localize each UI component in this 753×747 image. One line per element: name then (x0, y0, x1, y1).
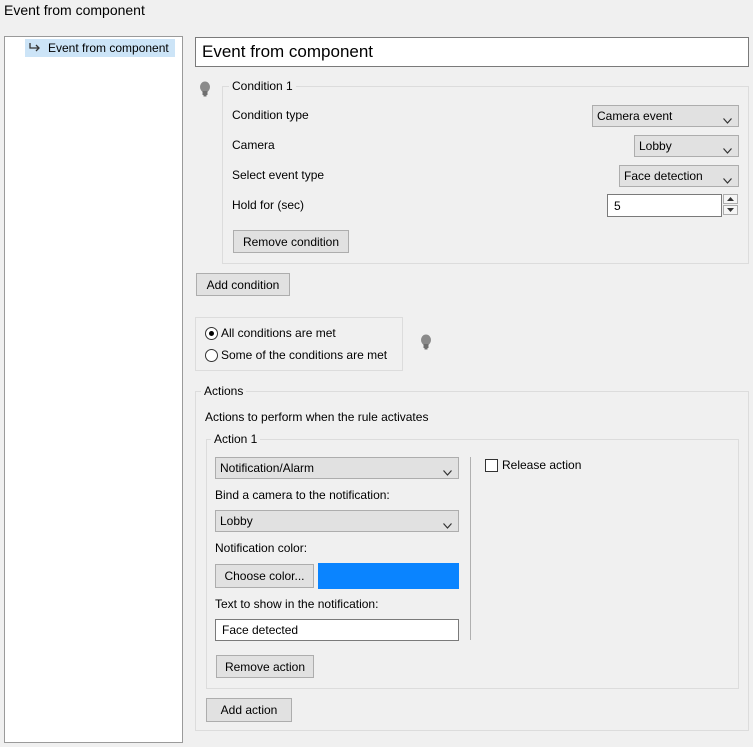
notification-color-swatch[interactable] (318, 563, 459, 589)
bind-camera-dropdown[interactable]: Lobby (215, 510, 459, 532)
condition-legend: Condition 1 (229, 79, 296, 93)
tree-item-label: Event from component (48, 41, 169, 55)
remove-action-button[interactable]: Remove action (216, 655, 314, 678)
lightbulb-icon[interactable] (199, 81, 211, 97)
chevron-down-icon (723, 173, 732, 184)
condition-type-value: Camera event (597, 109, 673, 123)
match-all-label: All conditions are met (221, 326, 336, 340)
spin-up-button[interactable] (723, 194, 738, 204)
window-title: Event from component (4, 2, 145, 18)
condition-type-dropdown[interactable]: Camera event (592, 105, 739, 127)
chevron-down-icon (723, 113, 732, 124)
rule-arrow-icon (28, 42, 42, 54)
radio-some-conditions[interactable] (205, 348, 218, 362)
notification-color-label: Notification color: (215, 541, 308, 555)
lightbulb-icon[interactable] (420, 334, 432, 350)
release-action-option[interactable]: Release action (485, 458, 581, 472)
actions-description: Actions to perform when the rule activat… (205, 410, 429, 424)
hold-for-label: Hold for (sec) (232, 198, 305, 212)
chevron-down-icon (443, 465, 452, 476)
camera-value: Lobby (639, 139, 672, 153)
spin-down-button[interactable] (723, 205, 738, 215)
choose-color-button[interactable]: Choose color... (215, 564, 314, 588)
add-condition-button[interactable]: Add condition (196, 273, 290, 296)
add-action-button[interactable]: Add action (206, 698, 292, 722)
notification-text-input[interactable]: Face detected (215, 619, 459, 641)
actions-legend: Actions (201, 384, 247, 398)
chevron-down-icon (723, 143, 732, 154)
match-all-option[interactable]: All conditions are met (205, 326, 336, 340)
hold-for-input[interactable]: 5 (607, 194, 722, 217)
event-type-label: Select event type (232, 168, 325, 182)
chevron-down-icon (443, 518, 452, 529)
bind-camera-value: Lobby (220, 514, 253, 528)
action-divider (470, 457, 471, 640)
rule-name-field[interactable]: Event from component (195, 37, 749, 67)
camera-label: Camera (232, 138, 275, 152)
rules-tree: Event from component (4, 36, 183, 743)
tree-item-event-from-component[interactable]: Event from component (25, 39, 175, 57)
event-type-dropdown[interactable]: Face detection (619, 165, 739, 187)
condition-type-label: Condition type (232, 108, 309, 122)
match-some-option[interactable]: Some of the conditions are met (205, 348, 387, 362)
remove-condition-button[interactable]: Remove condition (233, 230, 349, 253)
radio-all-conditions[interactable] (205, 326, 218, 340)
notification-text-label: Text to show in the notification: (215, 597, 379, 611)
release-action-label: Release action (502, 458, 582, 472)
event-type-value: Face detection (624, 169, 703, 183)
match-some-label: Some of the conditions are met (221, 348, 388, 362)
action-type-dropdown[interactable]: Notification/Alarm (215, 457, 459, 479)
bind-camera-label: Bind a camera to the notification: (215, 488, 390, 502)
action-1-legend: Action 1 (211, 432, 261, 446)
release-action-checkbox[interactable] (485, 458, 498, 472)
action-type-value: Notification/Alarm (220, 461, 315, 475)
camera-dropdown[interactable]: Lobby (634, 135, 739, 157)
